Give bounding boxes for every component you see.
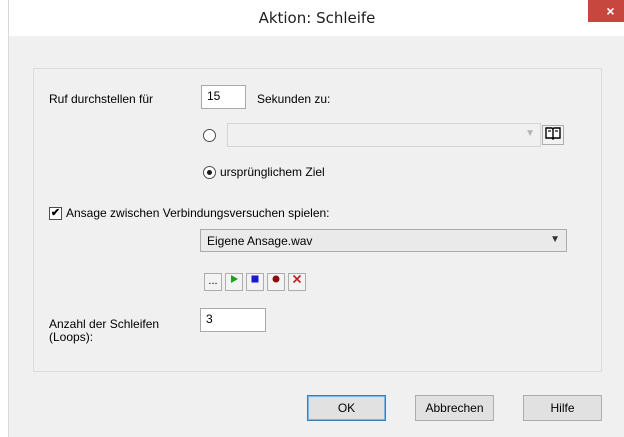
delete-button[interactable] (288, 273, 306, 291)
window-title: Aktion: Schleife (258, 9, 376, 27)
original-target-label: ursprünglichem Ziel (220, 165, 325, 179)
target-combo[interactable]: ▼ (227, 123, 541, 147)
address-book-button[interactable] (542, 125, 564, 145)
close-button[interactable]: × (588, 0, 624, 22)
dialog-window: Aktion: Schleife × Ruf durchstellen für … (8, 0, 624, 437)
record-button[interactable] (267, 273, 285, 291)
play-icon (231, 275, 238, 283)
record-icon (272, 275, 280, 283)
play-button[interactable] (225, 273, 243, 291)
browse-button[interactable]: ... (204, 273, 222, 291)
seconds-suffix-label: Sekunden zu: (257, 92, 331, 106)
announcement-checkbox-label: Ansage zwischen Verbindungsversuchen spi… (66, 206, 330, 220)
browse-button-label: ... (208, 275, 218, 287)
original-target-radio[interactable] (203, 166, 216, 179)
loops-label-line1: Anzahl der Schleifen (49, 317, 160, 331)
book-icon (545, 127, 561, 140)
announcement-file-select[interactable]: Eigene Ansage.wav ▼ (200, 229, 567, 252)
announcement-checkbox[interactable]: ✔ (49, 207, 62, 220)
cancel-button[interactable]: Abbrechen (415, 395, 494, 421)
forward-label: Ruf durchstellen für (49, 92, 154, 106)
announcement-file-value: Eigene Ansage.wav (207, 234, 313, 248)
chevron-down-icon: ▼ (525, 128, 535, 139)
chevron-down-icon: ▼ (550, 234, 560, 245)
delete-icon (292, 274, 302, 284)
target-radio[interactable] (203, 129, 216, 142)
dialog-body: Ruf durchstellen für 15 Sekunden zu: ▼ u… (9, 36, 624, 437)
help-button[interactable]: Hilfe (523, 395, 602, 421)
loops-label-line2: (Loops): (49, 330, 94, 344)
seconds-input[interactable]: 15 (201, 85, 246, 109)
loops-input[interactable]: 3 (200, 308, 266, 332)
stop-button[interactable] (246, 273, 264, 291)
title-bar: Aktion: Schleife × (9, 0, 624, 36)
ok-button[interactable]: OK (307, 395, 386, 421)
stop-icon (251, 275, 259, 283)
